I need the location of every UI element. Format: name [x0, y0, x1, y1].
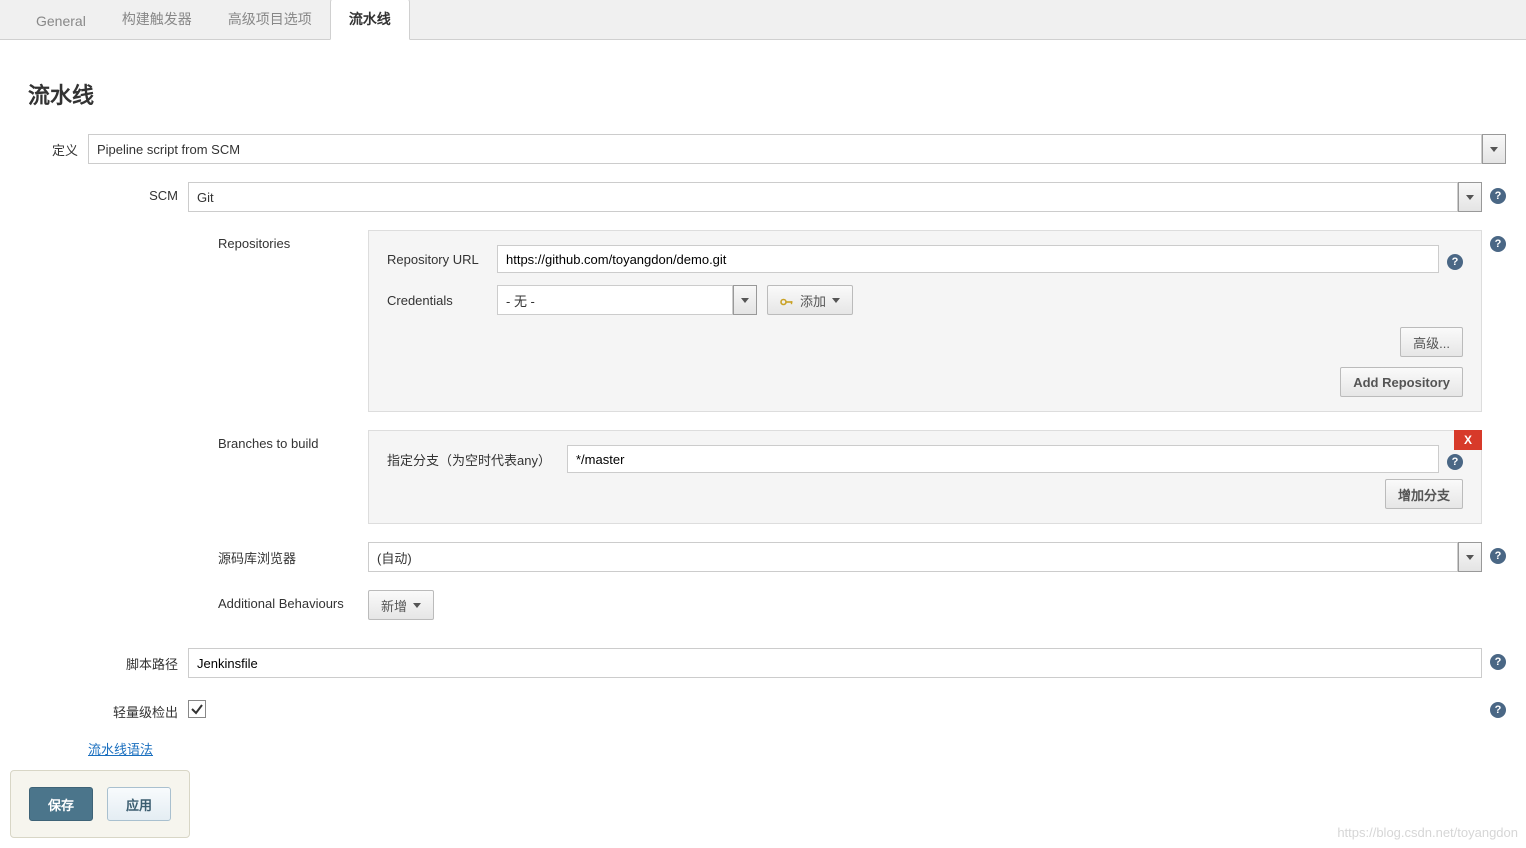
apply-button[interactable]: 应用	[107, 787, 171, 821]
select-scm-toggle[interactable]	[1458, 182, 1482, 212]
help-icon[interactable]: ?	[1490, 188, 1506, 204]
check-icon	[190, 702, 204, 716]
pipeline-config-page: 流水线 定义 Pipeline script from SCM SCM Git …	[0, 40, 1526, 758]
caret-down-icon	[832, 298, 840, 303]
add-behaviour-button[interactable]: 新增	[368, 590, 434, 620]
label-scm: SCM	[100, 182, 188, 203]
select-definition[interactable]: Pipeline script from SCM	[88, 134, 1506, 164]
select-scm[interactable]: Git	[188, 182, 1482, 212]
row-branches: Branches to build X 指定分支（为空时代表any） ? 增加分…	[188, 430, 1506, 524]
save-footer: 保存 应用	[10, 770, 190, 838]
row-lightweight: 轻量级检出 ?	[100, 696, 1506, 721]
label-branches: Branches to build	[188, 430, 368, 451]
help-icon[interactable]: ?	[1490, 236, 1506, 252]
pipeline-syntax-link[interactable]: 流水线语法	[88, 742, 153, 757]
help-icon[interactable]: ?	[1490, 548, 1506, 564]
caret-down-icon	[413, 603, 421, 608]
label-definition: 定义	[28, 134, 88, 159]
checkbox-lightweight[interactable]	[188, 700, 206, 718]
row-definition: 定义 Pipeline script from SCM	[28, 134, 1506, 164]
help-icon[interactable]: ?	[1447, 454, 1463, 470]
label-repositories: Repositories	[188, 230, 368, 251]
key-icon	[780, 295, 794, 305]
tab-build-triggers[interactable]: 构建触发器	[104, 0, 210, 39]
save-button[interactable]: 保存	[29, 787, 93, 821]
help-icon[interactable]: ?	[1447, 254, 1463, 270]
add-credentials-button[interactable]: 添加	[767, 285, 853, 315]
label-branch-spec: 指定分支（为空时代表any）	[387, 450, 567, 469]
select-repo-browser-value: (自动)	[368, 542, 1458, 572]
tab-general[interactable]: General	[18, 3, 104, 39]
chevron-down-icon	[1466, 195, 1474, 200]
select-credentials-value: - 无 -	[497, 285, 733, 315]
select-repo-browser-toggle[interactable]	[1458, 542, 1482, 572]
label-script-path: 脚本路径	[100, 648, 188, 673]
row-repo-browser: 源码库浏览器 (自动) ?	[188, 542, 1506, 572]
input-repo-url[interactable]	[497, 245, 1439, 273]
select-credentials[interactable]: - 无 -	[497, 285, 757, 315]
label-repo-browser: 源码库浏览器	[188, 542, 368, 567]
row-additional-behaviours: Additional Behaviours 新增	[188, 590, 1506, 620]
help-icon[interactable]: ?	[1490, 702, 1506, 718]
add-branch-button[interactable]: 增加分支	[1385, 479, 1463, 509]
select-definition-toggle[interactable]	[1482, 134, 1506, 164]
delete-branch-button[interactable]: X	[1454, 430, 1482, 450]
select-definition-value: Pipeline script from SCM	[88, 134, 1482, 164]
chevron-down-icon	[1466, 555, 1474, 560]
tab-advanced-options[interactable]: 高级项目选项	[210, 0, 330, 39]
add-behaviour-label: 新增	[381, 596, 407, 615]
select-credentials-toggle[interactable]	[733, 285, 757, 315]
section-title-pipeline: 流水线	[28, 78, 1506, 110]
select-scm-value: Git	[188, 182, 1458, 212]
row-repositories: Repositories Repository URL ? Credential…	[188, 230, 1506, 412]
chevron-down-icon	[741, 298, 749, 303]
label-credentials: Credentials	[387, 293, 497, 308]
branches-panel: X 指定分支（为空时代表any） ? 增加分支	[368, 430, 1482, 524]
tab-pipeline[interactable]: 流水线	[330, 0, 410, 40]
help-icon[interactable]: ?	[1490, 654, 1506, 670]
advanced-button[interactable]: 高级...	[1400, 327, 1463, 357]
repositories-panel: Repository URL ? Credentials - 无 -	[368, 230, 1482, 412]
add-credentials-label: 添加	[800, 291, 826, 310]
label-lightweight: 轻量级检出	[100, 696, 188, 721]
row-scm: SCM Git ?	[100, 182, 1506, 212]
chevron-down-icon	[1490, 147, 1498, 152]
label-additional-behaviours: Additional Behaviours	[188, 590, 368, 611]
input-branch-spec[interactable]	[567, 445, 1439, 473]
watermark: https://blog.csdn.net/toyangdon	[1337, 825, 1518, 840]
config-tabs: General 构建触发器 高级项目选项 流水线	[0, 0, 1526, 40]
input-script-path[interactable]	[188, 648, 1482, 678]
add-repository-button[interactable]: Add Repository	[1340, 367, 1463, 397]
label-repo-url: Repository URL	[387, 252, 497, 267]
select-repo-browser[interactable]: (自动)	[368, 542, 1482, 572]
row-script-path: 脚本路径 ?	[100, 648, 1506, 678]
